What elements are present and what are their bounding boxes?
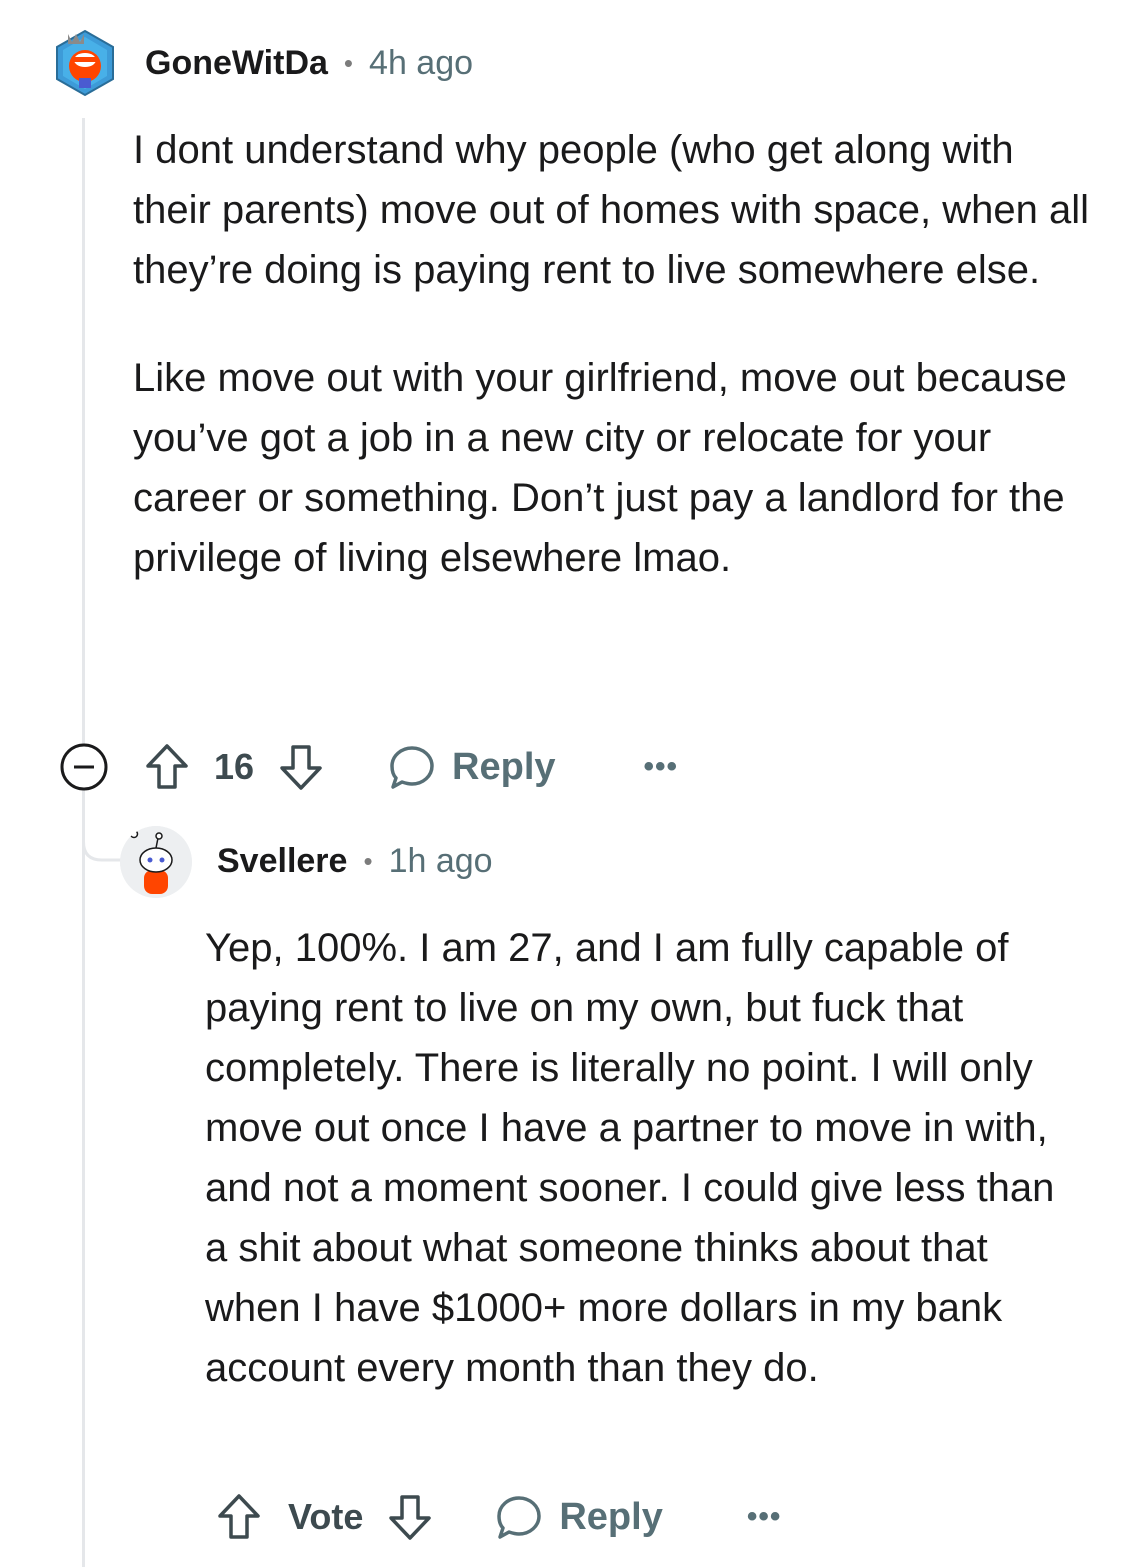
reply-button[interactable]: Reply — [559, 1496, 662, 1539]
reply-bubble-icon[interactable] — [388, 743, 436, 791]
meta-separator: • — [363, 846, 373, 876]
downvote-icon[interactable] — [278, 741, 324, 793]
collapse-icon[interactable] — [58, 741, 110, 793]
comment-meta: Svellere • 1h ago — [217, 842, 493, 881]
avatar[interactable] — [50, 28, 120, 98]
comment-body: Yep, 100%. I am 27, and I am fully capab… — [205, 918, 1085, 1398]
more-icon[interactable]: ••• — [747, 1500, 782, 1534]
comment-paragraph: I dont understand why people (who get al… — [133, 128, 1090, 292]
avatar[interactable] — [120, 826, 192, 898]
reply-bubble-icon[interactable] — [495, 1493, 543, 1541]
more-icon[interactable]: ••• — [644, 750, 679, 784]
score: 16 — [214, 746, 255, 787]
timestamp: 4h ago — [369, 44, 474, 82]
comment-paragraph: Like move out with your girlfriend, move… — [133, 356, 1067, 580]
comment-actions: Vote Reply ••• — [216, 1490, 781, 1544]
comment-meta: GoneWitDa • 4h ago — [145, 44, 473, 83]
downvote-icon[interactable] — [387, 1491, 433, 1543]
vote-label: Vote — [288, 1496, 364, 1537]
timestamp: 1h ago — [388, 842, 493, 880]
meta-separator: • — [343, 48, 354, 78]
username[interactable]: GoneWitDa — [145, 44, 328, 83]
comment-paragraph: Yep, 100%. I am 27, and I am fully capab… — [205, 926, 1055, 1390]
comment-actions: 16 Reply ••• — [58, 740, 678, 794]
reply-button[interactable]: Reply — [452, 746, 555, 789]
upvote-icon[interactable] — [216, 1491, 262, 1543]
upvote-icon[interactable] — [144, 741, 190, 793]
comment-body: I dont understand why people (who get al… — [133, 120, 1093, 588]
username[interactable]: Svellere — [217, 842, 347, 881]
